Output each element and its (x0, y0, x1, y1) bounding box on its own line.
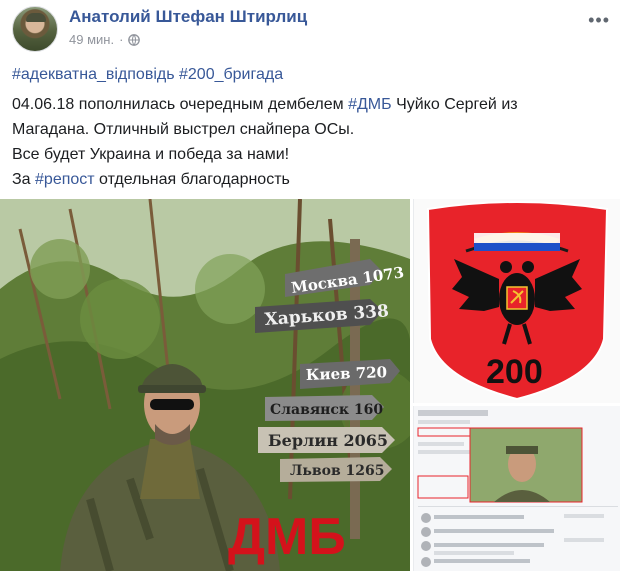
post-hashtags: #адекватна_відповідь #200_бригада (12, 62, 612, 87)
hashtag-link[interactable]: #ДМБ (348, 96, 392, 113)
post-line: За #репост отдельная благодарность (12, 167, 612, 192)
author-name[interactable]: Анатолий Штефан Штирлиц (69, 7, 307, 27)
sign-label: Львов 1265 (290, 463, 385, 479)
post-line: Магадана. Отличный выстрел снайпера ОСы. (12, 121, 355, 138)
post-text-segment: За (12, 171, 36, 188)
meta-separator: · (119, 32, 124, 47)
post-text-segment: отдельная благодарность (94, 171, 290, 188)
post-text-segment: Чуйко Сергей из (391, 96, 518, 113)
emblem-shield: 200 (414, 199, 620, 403)
signpost-scene: Москва 1073 Харьков 338 Киев 720 Славянс… (0, 199, 410, 571)
hashtag-link[interactable]: #200_бригада (179, 66, 283, 83)
post-text: #адекватна_відповідь #200_бригада 04.06.… (12, 62, 612, 192)
hashtag-link[interactable]: #репост (35, 171, 95, 188)
post-line: 04.06.18 пополнилась очередным дембелем … (12, 92, 612, 117)
social-profile-screenshot (414, 406, 620, 571)
hashtag-link[interactable]: #адекватна_відповідь (12, 66, 175, 83)
post-text-segment: Все будет Украина и победа за нами! (12, 146, 290, 163)
emblem-number: 200 (486, 353, 543, 391)
ukraine-flag-icon (292, 147, 312, 161)
dmb-overlay: ДМБ (228, 508, 346, 566)
author-avatar[interactable] (12, 6, 58, 52)
post-time[interactable]: 49 мин. (69, 32, 114, 47)
more-icon[interactable]: ••• (588, 10, 610, 31)
sign-label: Берлин 2065 (268, 431, 388, 450)
post-meta: 49 мин. · (69, 32, 141, 47)
photo-emblem[interactable]: 200 (413, 199, 620, 403)
post-text-segment: 04.06.18 пополнилась очередным дембелем (12, 96, 349, 113)
post-line: Все будет Украина и победа за нами! (12, 142, 612, 167)
photo-screenshot[interactable] (413, 406, 620, 571)
sign-label: Киев 720 (306, 363, 388, 384)
globe-icon[interactable] (128, 33, 141, 46)
photo-grid: Москва 1073 Харьков 338 Киев 720 Славянс… (0, 199, 620, 571)
post-header: Анатолий Штефан Штирлиц 49 мин. · ••• (12, 6, 612, 52)
sign-label: Славянск 160 (270, 402, 383, 418)
photo-main[interactable]: Москва 1073 Харьков 338 Киев 720 Славянс… (0, 199, 410, 571)
